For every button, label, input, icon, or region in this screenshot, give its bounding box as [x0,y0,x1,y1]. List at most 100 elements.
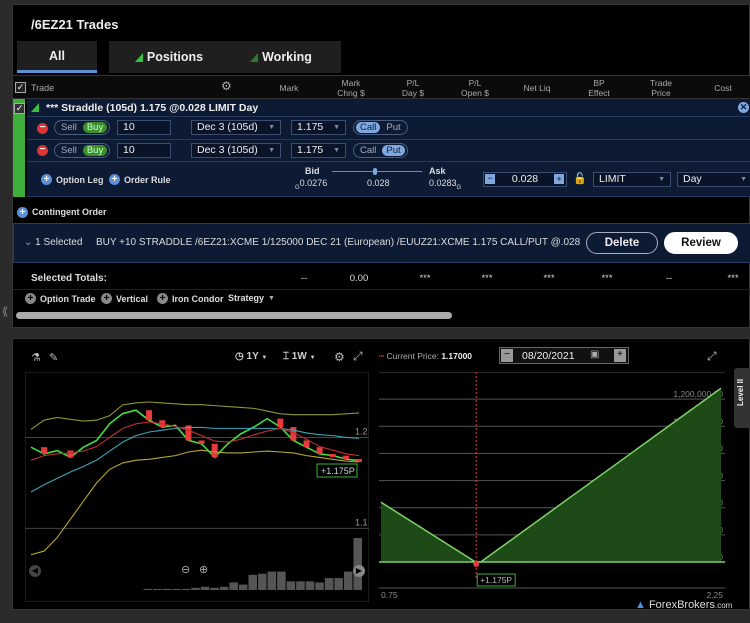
volume-bar [343,571,353,590]
order-checkbox[interactable]: ✓ [14,103,25,114]
scroll-right-button[interactable]: ▶ [353,565,365,577]
chevron-down-icon: ▼ [268,124,275,131]
decrement-button[interactable]: − [485,174,495,184]
level-ii-tab[interactable]: Level II [734,368,750,428]
current-price-marker [473,561,480,567]
volume-bar [305,581,315,590]
order-description: BUY +10 STRADDLE /6EZ21:XCME 1/125000 DE… [96,237,582,248]
add-order-rule-button[interactable]: + Order Rule [109,174,171,185]
candle [67,450,74,458]
tab-working[interactable]: Working [221,41,341,73]
delete-button[interactable]: Delete [586,232,658,254]
volume-bar [248,574,258,590]
review-button[interactable]: Review [664,232,738,254]
strike-label: +1.175P [321,466,355,476]
select-all-checkbox[interactable]: ✓ [15,82,26,93]
tab-label: Working [262,50,312,64]
plus-icon: + [109,174,120,185]
leg-row: − Sell Buy 10 Dec 3 (105d) ▼ 1.175 ▼ Call Pu… [27,140,750,162]
zoom-out-icon[interactable]: ⊖ [181,563,190,576]
volume-bar [219,586,229,590]
series-line-upper [30,401,360,430]
scroll-left-button[interactable]: ◀ [29,565,41,577]
quantity-input[interactable]: 10 [117,120,171,135]
range-dropdown[interactable]: ◷ 1Y ▼ [235,351,267,362]
slider-handle[interactable] [373,168,377,175]
pl-chart[interactable]: 0.00200,000.00400,000.00600,000.00800,00… [379,372,739,602]
expiry-select[interactable]: Dec 3 (105d) ▼ [191,120,281,135]
flask-icon[interactable]: ⚗ [31,351,41,364]
series-line-close [30,409,360,462]
add-contingent-order-button[interactable]: + Contingent Order [17,203,107,221]
volume-bar [191,587,200,590]
side-toggle[interactable]: Sell Buy [54,143,111,158]
quantity-input[interactable]: 10 [117,143,171,158]
volume-bar [267,571,277,590]
close-icon[interactable]: ✕ [738,102,749,113]
chevron-down-icon: ⌄ [24,237,33,248]
tab-positions[interactable]: Positions [109,41,229,73]
increment-date-button[interactable]: + [614,349,626,362]
expand-icon[interactable]: ⤢ [353,349,363,364]
total-pl-day: *** [419,273,431,284]
volume-bar [277,571,286,590]
date-value[interactable]: 08/20/2021 [522,350,575,362]
strategy-icon [31,103,39,112]
volume-bar [229,582,238,590]
col-net-liq: Net Liq [523,83,551,93]
interval-dropdown[interactable]: ⌶ 1W ▼ [283,351,316,362]
gear-icon[interactable]: ⚙ [334,350,345,364]
increment-button[interactable]: + [554,174,564,184]
side-toggle[interactable]: Sell Buy [54,120,111,135]
price-slider[interactable] [332,171,422,172]
remove-leg-icon[interactable]: − [37,123,48,134]
plus-icon: + [41,174,52,185]
calendar-icon[interactable]: ▣ [590,349,599,360]
tab-all[interactable]: All [17,41,97,73]
expand-icon[interactable]: ⤢ [707,349,717,364]
remove-leg-icon[interactable]: − [37,145,48,156]
watermark-logo: ▲ ForexBrokers.com [635,599,733,611]
date-stepper[interactable]: − 08/20/2021 ▣ + [499,347,629,364]
strike-label: +1.175P [480,575,512,585]
clock-icon: ◷ [235,351,244,362]
call-put-toggle[interactable]: Call Put [353,143,408,158]
price-chart[interactable]: 1.2 1.1 +1.175P [25,372,369,602]
pencil-icon[interactable]: ✎ [49,351,58,364]
expiry-select[interactable]: Dec 3 (105d) ▼ [191,143,281,158]
order-type-select[interactable]: LIMIT ▼ [593,172,671,187]
candle [277,418,284,427]
col-trade: Trade [31,83,55,93]
volume-bar [162,588,172,590]
pl-area [381,388,721,562]
chevron-down-icon: ▼ [268,147,275,154]
time-in-force-select[interactable]: Day ▼ [677,172,750,187]
volume-bar [200,586,210,590]
volume-bar [296,581,305,590]
strike-select[interactable]: 1.175 ▼ [291,120,346,135]
col-mark: Mark [279,83,299,93]
total-trade-price: -- [665,273,673,284]
horizontal-scrollbar[interactable] [16,312,452,319]
strategy-dropdown[interactable]: Strategy ▼ [228,293,275,303]
gear-icon[interactable]: ⚙ [221,79,232,93]
y-tick-label: 1.2 [355,426,368,436]
decrement-date-button[interactable]: − [501,349,513,362]
selected-count-toggle[interactable]: ⌄ 1 Selected [24,237,82,248]
volume-bar [143,588,153,590]
positions-icon [134,52,143,62]
candle [211,443,218,458]
strike-select[interactable]: 1.175 ▼ [291,143,346,158]
collapse-icon[interactable]: ⟪ [2,305,8,318]
add-iron-condor-button[interactable]: + Iron Condor [157,293,224,304]
candle [303,440,310,448]
unlock-icon[interactable]: 🔓 [573,172,587,185]
add-vertical-button[interactable]: + Vertical [101,293,148,304]
working-icon [250,52,259,62]
total-cost: *** [727,273,739,284]
add-option-trade-button[interactable]: + Option Trade [25,293,96,304]
call-put-toggle[interactable]: Call Put [353,120,408,135]
selected-order-bar: ⌄ 1 Selected BUY +10 STRADDLE /6EZ21:XCM… [13,223,750,263]
zoom-in-icon[interactable]: ⊕ [199,563,208,576]
add-option-leg-button[interactable]: + Option Leg [41,174,104,185]
